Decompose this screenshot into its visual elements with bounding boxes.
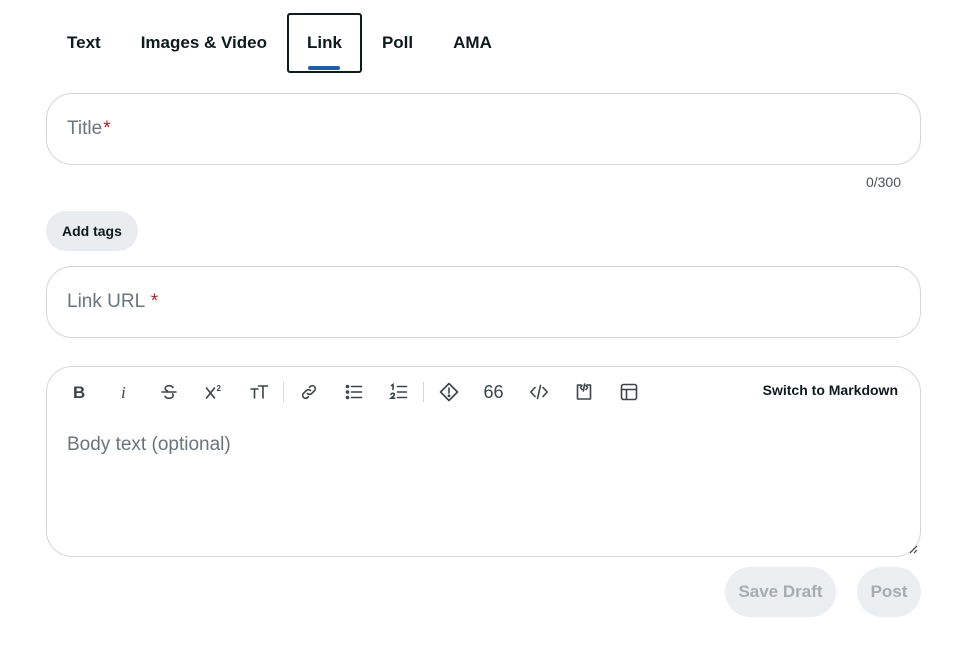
code-block-icon[interactable] [561,377,606,407]
numbered-list-icon[interactable] [376,377,421,407]
quote-glyph: 66 [483,381,504,402]
toolbar-divider [283,382,284,402]
link-url-input[interactable]: Link URL * [46,266,921,338]
title-input[interactable]: Title * [46,93,921,165]
post-type-tabs: Text Images & Video Link Poll AMA [47,13,512,73]
tab-images-video[interactable]: Images & Video [121,13,287,73]
strikethrough-icon[interactable] [146,377,191,407]
tab-link[interactable]: Link [287,13,362,73]
title-required-mark: * [103,118,111,139]
editor-toolbar: B i 2 66 [56,377,651,407]
tab-text[interactable]: Text [47,13,121,73]
body-editor[interactable]: B i 2 66 Switch to Markdown Body text (o… [46,366,921,557]
spoiler-icon[interactable] [426,377,471,407]
post-button[interactable]: Post [857,567,921,617]
switch-to-markdown-button[interactable]: Switch to Markdown [763,382,898,398]
svg-text:2: 2 [216,384,221,393]
add-tags-button[interactable]: Add tags [46,211,138,251]
url-placeholder: Link URL [67,291,150,312]
title-placeholder: Title [67,118,103,139]
heading-icon[interactable] [236,377,281,407]
body-placeholder: Body text (optional) [67,434,231,455]
create-post-form: Text Images & Video Link Poll AMA Title *… [0,0,954,656]
resize-handle-icon[interactable] [908,544,918,554]
svg-text:i: i [121,383,126,402]
link-icon[interactable] [286,377,331,407]
url-required-mark: * [150,291,159,312]
tab-poll[interactable]: Poll [362,13,433,73]
table-icon[interactable] [606,377,651,407]
code-icon[interactable] [516,377,561,407]
toolbar-divider [423,382,424,402]
save-draft-button[interactable]: Save Draft [725,567,836,617]
italic-icon[interactable]: i [101,377,146,407]
svg-text:B: B [73,383,85,402]
title-char-counter: 0/300 [865,174,901,190]
bullet-list-icon[interactable] [331,377,376,407]
quote-icon[interactable]: 66 [471,377,516,407]
bold-icon[interactable]: B [56,377,101,407]
tab-ama[interactable]: AMA [433,13,512,73]
superscript-icon[interactable]: 2 [191,377,236,407]
